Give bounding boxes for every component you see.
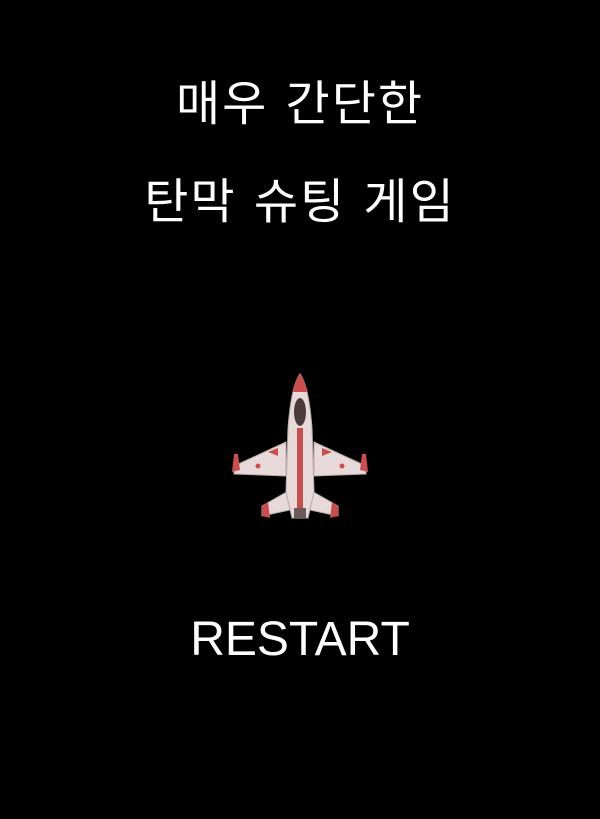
game-title-line-1: 매우 간단한 (175, 76, 425, 132)
restart-button[interactable]: RESTART (0, 612, 600, 668)
game-screen: 매우 간단한 탄막 슈팅 게임 RESTART (0, 0, 600, 819)
fighter-jet-icon (232, 373, 368, 519)
game-title-line-2: 탄막 슈팅 게임 (144, 174, 456, 230)
